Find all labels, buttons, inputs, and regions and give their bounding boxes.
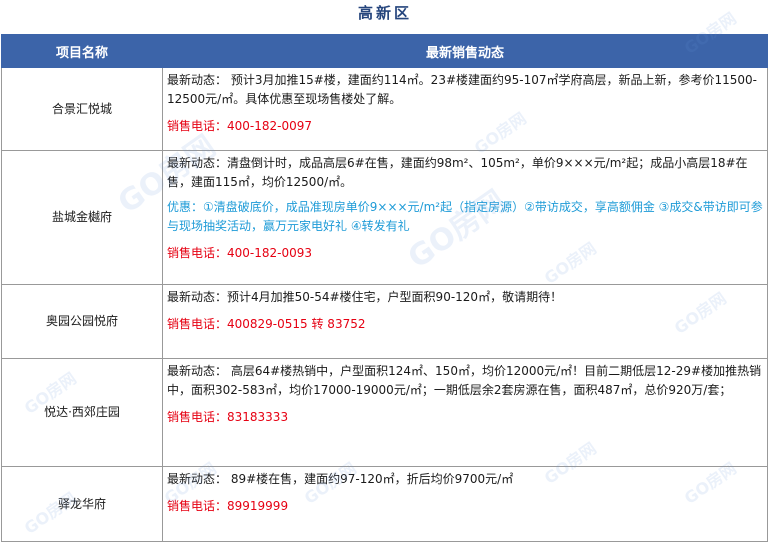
listing-table: 项目名称 最新销售动态 合景汇悦城 最新动态： 预计3月加推15#楼，建面约11… (1, 34, 768, 542)
latest-news: 最新动态：清盘倒计时，成品高层6#在售，建面约98m²、105m²，单价9×××… (167, 156, 748, 189)
project-name: 奥园公园悦府 (1, 284, 163, 359)
latest-news: 最新动态：预计4月加推50-54#楼住宅，户型面积90-120㎡，敬请期待！ (167, 290, 563, 304)
project-detail: 最新动态： 89#楼在售，建面约97-120㎡，折后均价9700元/㎡ 销售电话… (162, 466, 768, 542)
sales-phone: 销售电话：400-182-0097 (167, 119, 313, 133)
table-row: 合景汇悦城 最新动态： 预计3月加推15#楼，建面约114㎡。23#楼建面约95… (1, 67, 768, 151)
table-row: 悦达·西郊庄园 最新动态： 高层64#楼热销中，户型面积124㎡、150㎡，均价… (1, 358, 768, 467)
project-detail: 最新动态： 预计3月加推15#楼，建面约114㎡。23#楼建面约95-107㎡学… (162, 67, 768, 151)
project-name: 驿龙华府 (1, 466, 163, 542)
table-row: 盐城金樾府 最新动态：清盘倒计时，成品高层6#在售，建面约98m²、105m²，… (1, 150, 768, 285)
sales-phone: 销售电话：83183333 (167, 410, 289, 424)
sales-phone: 销售电话：89919999 (167, 499, 289, 513)
sales-phone: 销售电话：400-182-0093 (167, 246, 313, 260)
page-title: 高新区 (357, 4, 412, 22)
project-name: 悦达·西郊庄园 (1, 358, 163, 467)
latest-news: 最新动态： 89#楼在售，建面约97-120㎡，折后均价9700元/㎡ (167, 472, 514, 486)
project-detail: 最新动态：预计4月加推50-54#楼住宅，户型面积90-120㎡，敬请期待！ 销… (162, 284, 768, 359)
column-header-news: 最新销售动态 (162, 34, 768, 68)
sales-phone: 销售电话：400829-0515 转 83752 (167, 317, 366, 331)
latest-news: 最新动态： 高层64#楼热销中，户型面积124㎡、150㎡，均价12000元/㎡… (167, 364, 762, 397)
header-row: 项目名称 最新销售动态 (1, 34, 768, 68)
column-header-name: 项目名称 (1, 34, 163, 68)
table-row: 驿龙华府 最新动态： 89#楼在售，建面约97-120㎡，折后均价9700元/㎡… (1, 466, 768, 542)
table-row: 奥园公园悦府 最新动态：预计4月加推50-54#楼住宅，户型面积90-120㎡，… (1, 284, 768, 359)
project-detail: 最新动态： 高层64#楼热销中，户型面积124㎡、150㎡，均价12000元/㎡… (162, 358, 768, 467)
project-name: 盐城金樾府 (1, 150, 163, 285)
project-name: 合景汇悦城 (1, 67, 163, 151)
promo-text: 优惠：①清盘破底价，成品准现房单价9×××元/m²起（指定房源）②带访成交，享高… (167, 200, 763, 233)
project-detail: 最新动态：清盘倒计时，成品高层6#在售，建面约98m²、105m²，单价9×××… (162, 150, 768, 285)
latest-news: 最新动态： 预计3月加推15#楼，建面约114㎡。23#楼建面约95-107㎡学… (167, 73, 758, 106)
